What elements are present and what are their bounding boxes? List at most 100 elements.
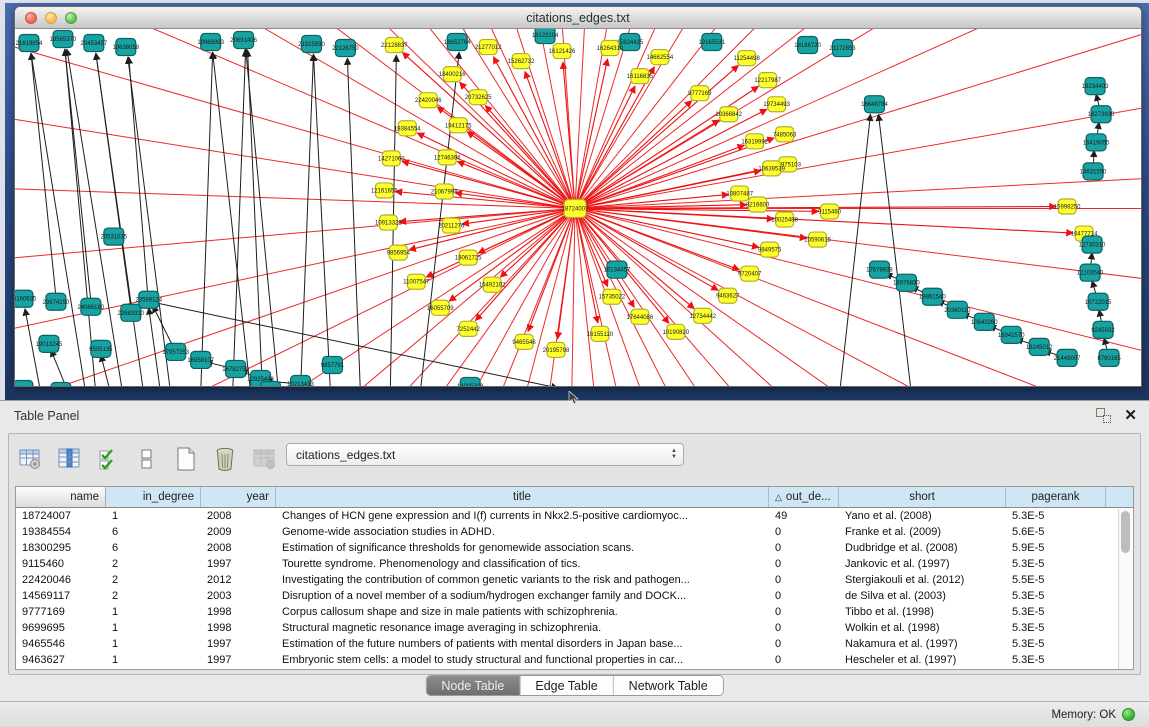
red-citation-edge[interactable] [575, 67, 654, 209]
red-citation-edge[interactable] [457, 161, 575, 208]
table-cell-name[interactable]: 9465546 [16, 636, 106, 652]
black-citation-edge[interactable] [246, 48, 279, 386]
black-citation-edge[interactable] [149, 308, 161, 386]
table-cell-out-de-[interactable]: 0 [769, 636, 839, 652]
table-cell-out-de-[interactable]: 0 [769, 652, 839, 668]
table-cell-in-degree[interactable]: 2 [106, 572, 201, 588]
table-cell-year[interactable]: 1998 [201, 604, 276, 620]
table-cell-pagerank[interactable]: 5.3E-5 [1006, 604, 1106, 620]
table-cell-short[interactable]: Yano et al. (2008) [839, 508, 1006, 524]
table-cell-in-degree[interactable]: 1 [106, 604, 201, 620]
table-selector-dropdown[interactable]: citations_edges.txt ▲▼ [286, 443, 684, 466]
red-citation-edge[interactable] [500, 209, 575, 278]
table-cell-short[interactable]: Franke et al. (2009) [839, 524, 1006, 540]
table-cell-out-de-[interactable]: 49 [769, 508, 839, 524]
table-cell-pagerank[interactable]: 5.3E-5 [1006, 556, 1106, 572]
table-cell-name[interactable]: 9777169 [16, 604, 106, 620]
table-cell-year[interactable]: 1997 [201, 636, 276, 652]
table-cell-title[interactable]: Structural magnetic resonance image aver… [276, 620, 769, 636]
black-citation-edge[interactable] [67, 49, 123, 386]
table-cell-pagerank[interactable]: 5.5E-5 [1006, 572, 1106, 588]
tab-network-table[interactable]: Network Table [614, 676, 723, 695]
table-cell-in-degree[interactable]: 1 [106, 620, 201, 636]
table-cell-in-degree[interactable]: 2 [106, 556, 201, 572]
table-row[interactable]: 946554611997Estimation of the future num… [16, 636, 1133, 652]
table-cell-name[interactable]: 22420046 [16, 572, 106, 588]
table-cell-in-degree[interactable]: 6 [106, 540, 201, 556]
table-cell-title[interactable]: Estimation of significance thresholds fo… [276, 540, 769, 556]
table-row[interactable]: 2242004622012Investigating the contribut… [16, 572, 1133, 588]
table-cell-out-de-[interactable]: 0 [769, 604, 839, 620]
table-row[interactable]: 977716911998Corpus callosum shape and si… [16, 604, 1133, 620]
table-cell-pagerank[interactable]: 5.3E-5 [1006, 508, 1106, 524]
table-cell-year[interactable]: 2009 [201, 524, 276, 540]
table-cell-out-de-[interactable]: 0 [769, 588, 839, 604]
table-cell-short[interactable]: Hescheler et al. (1997) [839, 652, 1006, 668]
black-citation-edge[interactable] [51, 350, 69, 386]
table-cell-pagerank[interactable]: 5.3E-5 [1006, 620, 1106, 636]
column-header-name[interactable]: name [16, 487, 106, 507]
table-cell-short[interactable]: Jankovic et al. (1997) [839, 556, 1006, 572]
select-columns-icon[interactable] [54, 444, 84, 474]
teal-node[interactable] [15, 380, 33, 386]
table-row[interactable]: 1456911722003Disruption of a novel membe… [16, 588, 1133, 604]
column-header-title[interactable]: title [276, 487, 769, 507]
black-citation-edge[interactable] [31, 53, 56, 297]
window-titlebar[interactable]: citations_edges.txt [15, 7, 1141, 29]
table-cell-year[interactable]: 1997 [201, 556, 276, 572]
table-cell-in-degree[interactable]: 1 [106, 508, 201, 524]
table-row[interactable]: 1938455462009Genome-wide association stu… [16, 524, 1133, 540]
black-citation-edge[interactable] [233, 50, 246, 386]
black-citation-edge[interactable] [128, 57, 171, 386]
table-row[interactable]: 946362711997Embryonic stem cells: a mode… [16, 652, 1133, 668]
table-cell-pagerank[interactable]: 5.3E-5 [1006, 588, 1106, 604]
minimize-window-button[interactable] [45, 12, 57, 24]
column-header-out-de-[interactable]: △out_de... [769, 487, 839, 507]
red-citation-edge[interactable] [558, 209, 575, 339]
table-cell-in-degree[interactable]: 6 [106, 524, 201, 540]
float-window-icon[interactable] [1096, 408, 1111, 423]
table-cell-pagerank[interactable]: 5.3E-5 [1006, 652, 1106, 668]
table-cell-pagerank[interactable]: 5.3E-5 [1006, 636, 1106, 652]
close-icon[interactable]: ✕ [1124, 406, 1137, 424]
black-citation-edge[interactable] [878, 114, 911, 386]
table-cell-title[interactable]: Investigating the contribution of common… [276, 572, 769, 588]
close-window-button[interactable] [25, 12, 37, 24]
table-cell-in-degree[interactable]: 1 [106, 636, 201, 652]
table-cell-short[interactable]: Wolkin et al. (1998) [839, 620, 1006, 636]
table-cell-name[interactable]: 9115460 [16, 556, 106, 572]
red-citation-edge[interactable] [575, 209, 718, 291]
table-row[interactable]: 911546021997Tourette syndrome. Phenomeno… [16, 556, 1133, 572]
black-citation-edge[interactable] [31, 53, 86, 386]
show-columns-icon[interactable] [93, 444, 123, 474]
table-cell-short[interactable]: Dudbridge et al. (2008) [839, 540, 1006, 556]
table-cell-in-degree[interactable]: 2 [106, 588, 201, 604]
table-cell-year[interactable]: 1998 [201, 620, 276, 636]
column-header-in-degree[interactable]: in_degree [106, 487, 201, 507]
table-settings-icon[interactable] [15, 444, 45, 474]
black-citation-edge[interactable] [248, 50, 263, 386]
table-cell-year[interactable]: 1997 [201, 652, 276, 668]
table-cell-year[interactable]: 2008 [201, 508, 276, 524]
black-citation-edge[interactable] [213, 52, 251, 386]
row-height-icon[interactable] [132, 444, 162, 474]
black-citation-edge[interactable] [96, 53, 131, 308]
table-cell-name[interactable]: 9699695 [16, 620, 106, 636]
table-cell-short[interactable]: de Silva et al. (2003) [839, 588, 1006, 604]
teal-node[interactable] [51, 382, 71, 386]
red-citation-edge[interactable] [575, 145, 744, 208]
black-citation-edge[interactable] [129, 57, 149, 308]
table-cell-title[interactable]: Changes of HCN gene expression and I(f) … [276, 508, 769, 524]
zoom-window-button[interactable] [65, 12, 77, 24]
column-header-pagerank[interactable]: pagerank [1006, 487, 1106, 507]
red-citation-edge[interactable] [485, 105, 575, 208]
table-cell-short[interactable]: Nakamura et al. (1997) [839, 636, 1006, 652]
table-cell-name[interactable]: 9463627 [16, 652, 106, 668]
table-cell-year[interactable]: 2012 [201, 572, 276, 588]
table-cell-title[interactable]: Tourette syndrome. Phenomenology and cla… [276, 556, 769, 572]
table-cell-out-de-[interactable]: 0 [769, 572, 839, 588]
table-cell-title[interactable]: Embryonic stem cells: a model to study s… [276, 652, 769, 668]
table-cell-out-de-[interactable]: 0 [769, 540, 839, 556]
table-cell-name[interactable]: 14569117 [16, 588, 106, 604]
node-attribute-table[interactable]: namein_degreeyeartitle△out_de...shortpag… [15, 486, 1134, 670]
